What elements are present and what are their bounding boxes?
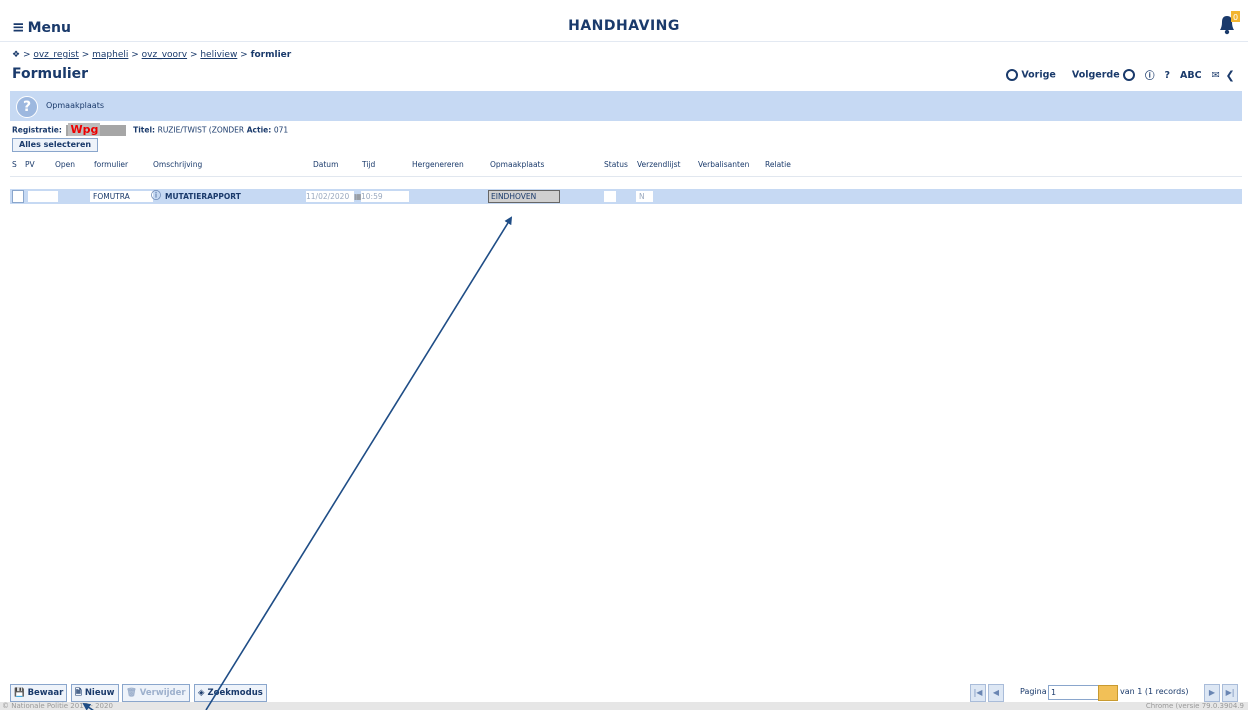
previous-label: Vorige <box>1021 69 1056 81</box>
header-divider <box>10 176 1242 177</box>
status-cell[interactable] <box>604 191 616 202</box>
column-header-formulier[interactable]: formulier <box>94 160 128 169</box>
new-document-icon: 🗎 <box>75 688 82 698</box>
trash-icon: 🗑 <box>126 688 137 698</box>
tijd-field[interactable]: 10:59 <box>361 191 409 202</box>
registration-value-box: Wpg <box>66 123 127 136</box>
delete-button[interactable]: 🗑 Verwijder <box>122 684 190 702</box>
last-page-button[interactable]: ▶| <box>1222 684 1238 702</box>
new-label: Nieuw <box>84 688 115 698</box>
page-input[interactable]: 1 <box>1048 685 1100 700</box>
band-label: Opmaakplaats <box>46 101 105 110</box>
pv-cell[interactable] <box>28 191 58 202</box>
select-all-button[interactable]: Alles selecteren <box>12 138 99 152</box>
bottom-toolbar: 💾 Bewaar 🗎 Nieuw 🗑 Verwijder ◈ Zoekmodus… <box>10 684 1242 702</box>
footer: © Nationale Politie 2017 - 2020 Chrome (… <box>0 702 1248 710</box>
previous-page-button[interactable]: ◀ <box>988 684 1004 702</box>
circle-icon <box>1122 69 1135 81</box>
select-checkbox[interactable] <box>12 190 24 203</box>
breadcrumb-link-4[interactable]: heliview <box>200 50 237 60</box>
formulier-cell[interactable]: FOMUTRA <box>90 191 153 202</box>
column-header-tijd[interactable]: Tijd <box>362 160 375 169</box>
search-mode-label: Zoekmodus <box>207 688 263 698</box>
bell-count: 0 <box>1233 13 1238 22</box>
home-icon[interactable]: ❖ <box>12 50 20 60</box>
app-title: HANDHAVING <box>568 18 680 34</box>
omschrijving-cell: MUTATIERAPPORT <box>165 192 241 201</box>
column-header-open[interactable]: Open <box>55 160 75 169</box>
column-header-verbalisanten[interactable]: Verbalisanten <box>698 160 749 169</box>
registration-value: Wpg <box>68 123 101 136</box>
datum-field[interactable]: 11/02/2020 <box>306 191 354 202</box>
page-label: Pagina <box>1020 687 1047 696</box>
new-button[interactable]: 🗎 Nieuw <box>71 684 119 702</box>
mail-icon[interactable]: ✉ <box>1212 70 1220 81</box>
registration-label: Registratie: <box>12 125 62 135</box>
calendar-icon[interactable]: ▦ <box>354 191 362 202</box>
go-page-icon[interactable] <box>1098 685 1118 701</box>
binoculars-icon: ◈ <box>198 688 205 698</box>
breadcrumb-link-1[interactable]: ovz_regist <box>33 50 79 60</box>
column-header-omschrijving[interactable]: Omschrijving <box>153 160 202 169</box>
arrow-to-opmaakplaats <box>205 216 513 710</box>
column-header-relatie[interactable]: Relatie <box>765 160 791 169</box>
column-header-verzendlijst[interactable]: Verzendlijst <box>637 160 680 169</box>
copyright-text: © Nationale Politie 2017 - 2020 <box>2 702 113 710</box>
bell-icon[interactable]: 0 <box>1214 11 1242 37</box>
next-page-button[interactable]: ▶ <box>1204 684 1220 702</box>
column-header-datum[interactable]: Datum <box>313 160 338 169</box>
info-small-icon[interactable]: ⓘ <box>151 191 161 202</box>
actie-value: 071 <box>273 125 289 135</box>
share-icon[interactable]: ❮ <box>1226 69 1235 82</box>
delete-label: Verwijder <box>139 688 186 698</box>
registration-info: Registratie: Wpg Titel: RUZIE/TWIST (ZON… <box>12 123 289 136</box>
verzendlijst-cell[interactable]: N <box>636 191 653 202</box>
first-page-button[interactable]: |◀ <box>970 684 986 702</box>
column-header-status[interactable]: Status <box>604 160 628 169</box>
page-total: van 1 (1 records) <box>1120 687 1189 696</box>
top-bar: ≡ Menu HANDHAVING 0 <box>0 8 1248 42</box>
info-icon[interactable]: ⓘ <box>1145 68 1155 82</box>
question-circle-icon[interactable]: ? <box>16 96 38 118</box>
breadcrumb-link-3[interactable]: ovz_voorv <box>142 50 187 60</box>
record-navigation: Vorige Volgerde ⓘ ? ABC ✉ ❮ <box>1006 68 1235 82</box>
next-button[interactable]: Volgerde <box>1072 69 1135 81</box>
breadcrumb-link-2[interactable]: mapheli <box>92 50 128 60</box>
breadcrumb-current: formlier <box>250 50 292 60</box>
column-header-s[interactable]: S <box>12 160 17 169</box>
section-band: ? Opmaakplaats <box>10 91 1242 121</box>
column-header-pv[interactable]: PV <box>25 160 35 169</box>
search-mode-button[interactable]: ◈ Zoekmodus <box>194 684 267 702</box>
breadcrumb: ❖ > ovz_regist > mapheli > ovz_voorv > h… <box>12 50 292 60</box>
actie-label: Actie: <box>246 125 272 135</box>
previous-button[interactable]: Vorige <box>1006 69 1056 81</box>
circle-icon <box>1006 69 1018 81</box>
spellcheck-button[interactable]: ABC <box>1180 70 1202 81</box>
save-label: Bewaar <box>27 688 64 698</box>
titel-label: Titel: <box>133 125 156 135</box>
column-header-opmaakplaats[interactable]: Opmaakplaats <box>490 160 544 169</box>
opmaakplaats-field[interactable]: EINDHOVEN <box>488 190 560 203</box>
column-header-hergenereren[interactable]: Hergenereren <box>412 160 464 169</box>
help-icon[interactable]: ? <box>1164 70 1170 81</box>
table-row[interactable]: FOMUTRA ⓘ MUTATIERAPPORT 11/02/2020 ▦ 10… <box>10 189 1242 204</box>
save-button[interactable]: 💾 Bewaar <box>10 684 68 702</box>
next-label: Volgerde <box>1071 69 1120 81</box>
titel-value: RUZIE/TWIST (ZONDER <box>157 125 245 135</box>
page-title: Formulier <box>12 66 89 82</box>
save-icon: 💾 <box>14 688 25 698</box>
browser-version-text: Chrome (versie 79.0.3904.9 <box>1145 702 1244 710</box>
